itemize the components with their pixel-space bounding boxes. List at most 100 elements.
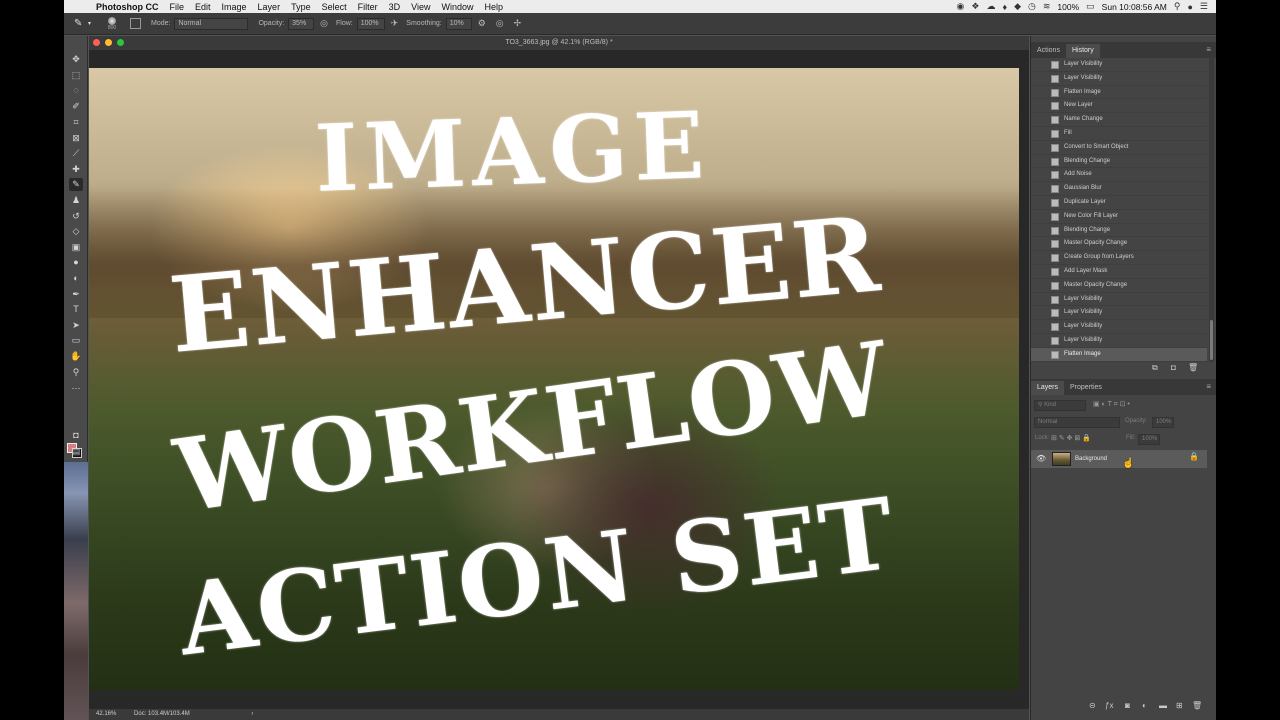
layer-name[interactable]: Background (1075, 450, 1107, 468)
layer-thumbnail[interactable] (1052, 452, 1071, 466)
brush-tool-icon[interactable]: ✎ (74, 18, 88, 29)
opacity-field[interactable]: 35% (288, 17, 315, 30)
menu-help[interactable]: Help (484, 2, 503, 12)
menu-edit[interactable]: Edit (195, 2, 211, 12)
history-item[interactable]: Flatten Image (1031, 86, 1207, 100)
close-window-button[interactable] (93, 39, 100, 46)
eraser-tool-icon[interactable]: ◇ (69, 225, 83, 238)
gradient-tool-icon[interactable]: ▣ (69, 241, 83, 254)
layer-opacity-field[interactable]: 100% (1152, 417, 1174, 428)
shield-icon[interactable]: ◆ (1014, 1, 1021, 12)
trash-icon[interactable]: 🗑 (1192, 701, 1202, 710)
menu-image[interactable]: Image (222, 2, 247, 12)
history-item[interactable]: Blending Change (1031, 224, 1207, 238)
trash-icon[interactable]: 🗑 (1188, 363, 1198, 372)
scroll-thumb[interactable] (1210, 320, 1213, 360)
menu-file[interactable]: File (170, 2, 185, 12)
history-scrollbar[interactable] (1209, 58, 1214, 362)
move-tool-icon[interactable]: ✥ (69, 53, 83, 66)
chevron-down-icon[interactable]: ▾ (88, 20, 96, 27)
notification-list-icon[interactable]: ☰ (1200, 1, 1208, 12)
history-item[interactable]: Layer Visibility (1031, 306, 1207, 321)
search-icon[interactable]: ⚲ (1174, 1, 1181, 12)
blur-tool-icon[interactable]: ● (69, 256, 83, 269)
marquee-tool-icon[interactable]: ⬚ (69, 69, 83, 82)
type-tool-icon[interactable]: T (69, 303, 83, 316)
menu-3d[interactable]: 3D (389, 2, 401, 12)
crop-tool-icon[interactable]: ⌗ (69, 116, 83, 129)
layer-style-icon[interactable]: ƒx (1105, 701, 1113, 710)
cloud-icon[interactable]: ☁ (986, 1, 995, 12)
gear-icon[interactable]: ⚙ (478, 18, 486, 29)
eyedropper-tool-icon[interactable]: ⟋ (69, 147, 83, 160)
symmetry-icon[interactable]: ✢ (514, 18, 522, 29)
tab-properties[interactable]: Properties (1064, 381, 1108, 395)
airbrush-icon[interactable]: ✈ (391, 18, 399, 29)
time-machine-icon[interactable]: ◷ (1028, 1, 1036, 12)
history-item-current[interactable]: Flatten Image (1031, 347, 1207, 362)
canvas-area[interactable]: IMAGE ENHANCER WORKFLOW ACTION SET (89, 50, 1029, 709)
siri-icon[interactable]: ● (1187, 2, 1192, 12)
history-item[interactable]: Fill (1031, 127, 1207, 141)
path-select-tool-icon[interactable]: ➤ (69, 319, 83, 332)
clock[interactable]: Sun 10:08:56 AM (1102, 2, 1167, 12)
screen-mode-icon[interactable]: ▤ (69, 445, 83, 458)
history-item[interactable]: Add Noise (1031, 168, 1207, 183)
pressure-opacity-icon[interactable]: ◎ (320, 18, 328, 29)
add-mask-icon[interactable]: ◙ (1125, 701, 1130, 710)
new-layer-icon[interactable]: ⊞ (1176, 701, 1183, 710)
fill-field[interactable]: 100% (1138, 434, 1160, 445)
healing-brush-tool-icon[interactable]: ✚ (69, 163, 83, 176)
battery-icon[interactable]: ▭ (1086, 1, 1095, 12)
history-item[interactable]: Add Layer Mask (1031, 265, 1207, 279)
drop-icon[interactable]: ♦ (1002, 2, 1007, 12)
clone-stamp-tool-icon[interactable]: ♟ (69, 194, 83, 207)
history-item[interactable]: Blending Change (1031, 155, 1207, 169)
history-item[interactable]: Master Opacity Change (1031, 237, 1207, 252)
smoothing-field[interactable]: 10% (445, 17, 472, 30)
brush-tool-icon[interactable]: ✎ (69, 178, 83, 191)
layer-row-background[interactable]: 👁 Background 🔒 (1031, 450, 1207, 468)
panel-menu-icon[interactable]: ≡ (1206, 382, 1211, 391)
app-name[interactable]: Photoshop CC (96, 2, 159, 12)
record-icon[interactable]: ◉ (957, 1, 965, 12)
tab-actions[interactable]: Actions (1031, 44, 1066, 58)
history-item[interactable]: Create Group from Layers (1031, 251, 1207, 265)
history-item[interactable]: Name Change (1031, 113, 1207, 127)
edit-toolbar-icon[interactable]: ⋯ (69, 382, 83, 395)
snapshot-camera-icon[interactable]: ◘ (1171, 363, 1176, 372)
mode-select[interactable]: Normal (174, 17, 249, 30)
status-chevron-icon[interactable]: › (251, 711, 253, 717)
zoom-tool-icon[interactable]: ⚲ (69, 366, 83, 379)
visibility-eye-icon[interactable]: 👁 (1036, 454, 1046, 463)
rectangle-tool-icon[interactable]: ▭ (69, 334, 83, 347)
pressure-size-icon[interactable]: ◎ (496, 18, 504, 29)
zoom-level[interactable]: 42.16% (96, 711, 116, 717)
lock-icons[interactable]: ⊞ ✎ ✥ ⊠ 🔒 (1051, 434, 1091, 442)
dropbox-icon[interactable]: ❖ (971, 1, 979, 12)
adjustment-layer-icon[interactable]: ◐ (1142, 701, 1147, 710)
new-document-from-state-icon[interactable]: ⧉ (1152, 363, 1158, 373)
quick-select-tool-icon[interactable]: ✐ (69, 100, 83, 113)
document-image[interactable]: IMAGE ENHANCER WORKFLOW ACTION SET (89, 68, 1019, 690)
brush-settings-icon[interactable] (130, 18, 141, 29)
history-item[interactable]: Master Opacity Change (1031, 279, 1207, 293)
history-item[interactable]: New Layer (1031, 99, 1207, 114)
history-brush-tool-icon[interactable]: ↺ (69, 210, 83, 223)
blend-mode-select[interactable]: Normal (1034, 417, 1120, 428)
menu-view[interactable]: View (411, 2, 430, 12)
pen-tool-icon[interactable]: ✒ (69, 288, 83, 301)
history-item[interactable]: New Color Fill Layer (1031, 210, 1207, 224)
new-group-icon[interactable]: ▬ (1159, 701, 1167, 710)
history-item[interactable]: Gaussian Blur (1031, 182, 1207, 196)
wifi-icon[interactable]: ≋ (1043, 1, 1051, 12)
quick-mask-icon[interactable]: ◘ (69, 429, 83, 442)
hand-tool-icon[interactable]: ✋ (69, 350, 83, 363)
menu-filter[interactable]: Filter (358, 2, 378, 12)
menu-type[interactable]: Type (291, 2, 311, 12)
panel-menu-icon[interactable]: ≡ (1206, 45, 1211, 54)
layer-filter-select[interactable]: ⚲ Kind (1034, 400, 1086, 411)
tab-history[interactable]: History (1065, 44, 1100, 58)
frame-tool-icon[interactable]: ⊠ (69, 132, 83, 145)
history-item[interactable]: Duplicate Layer (1031, 196, 1207, 210)
